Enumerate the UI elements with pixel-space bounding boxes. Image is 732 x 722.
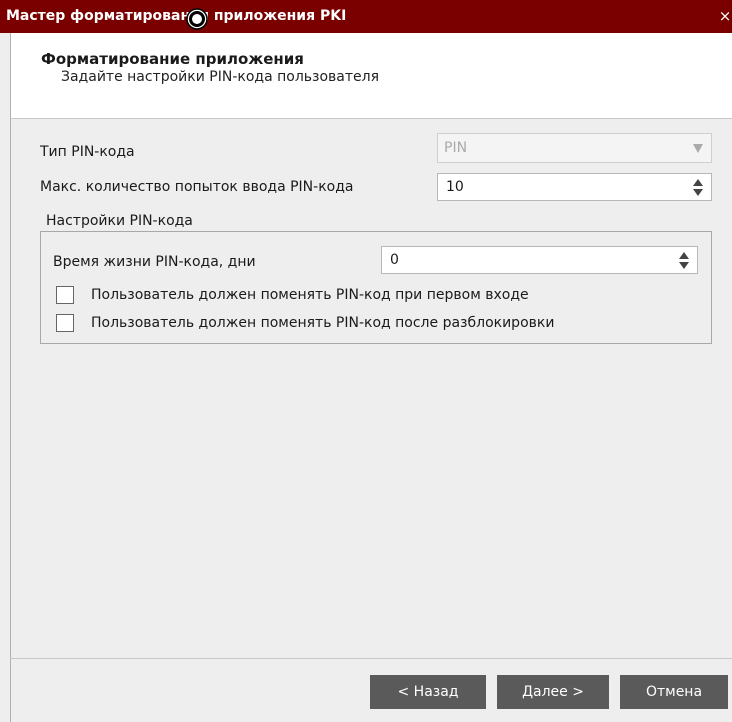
- lifetime-spinbox[interactable]: 0: [381, 246, 698, 274]
- max-attempts-value: 10: [446, 179, 464, 195]
- lifetime-value: 0: [390, 252, 399, 268]
- chevron-down-icon: [693, 144, 703, 153]
- footer-divider: [10, 658, 732, 659]
- spinner-arrows-icon[interactable]: [693, 179, 703, 197]
- pin-type-label: Тип PIN-кода: [40, 144, 135, 160]
- pin-type-value: PIN: [444, 140, 468, 156]
- window-title: Мастер форматирования приложения PKI: [6, 8, 347, 24]
- mouse-cursor-icon: [186, 8, 208, 30]
- wizard-header: Форматирование приложения Задайте настро…: [10, 33, 732, 119]
- max-attempts-spinbox[interactable]: 10: [437, 173, 712, 201]
- pin-type-select[interactable]: PIN: [437, 133, 712, 163]
- change-after-unblock-label: Пользователь должен поменять PIN-код пос…: [91, 315, 555, 331]
- page-title: Форматирование приложения: [41, 50, 304, 68]
- close-button[interactable]: ×: [718, 6, 732, 26]
- pin-settings-group-title: Настройки PIN-кода: [46, 213, 193, 229]
- cancel-button[interactable]: Отмена: [620, 675, 728, 709]
- lifetime-label: Время жизни PIN-кода, дни: [53, 254, 256, 270]
- spinner-arrows-icon[interactable]: [679, 252, 689, 270]
- back-button[interactable]: < Назад: [370, 675, 486, 709]
- change-on-first-login-checkbox[interactable]: [56, 286, 74, 304]
- page-subtitle: Задайте настройки PIN-кода пользователя: [61, 69, 379, 85]
- window-titlebar: Мастер форматирования приложения PKI ×: [0, 0, 732, 33]
- change-on-first-login-label: Пользователь должен поменять PIN-код при…: [91, 287, 529, 303]
- max-attempts-label: Макс. количество попыток ввода PIN-кода: [40, 179, 354, 195]
- change-after-unblock-checkbox[interactable]: [56, 314, 74, 332]
- next-button[interactable]: Далее >: [497, 675, 609, 709]
